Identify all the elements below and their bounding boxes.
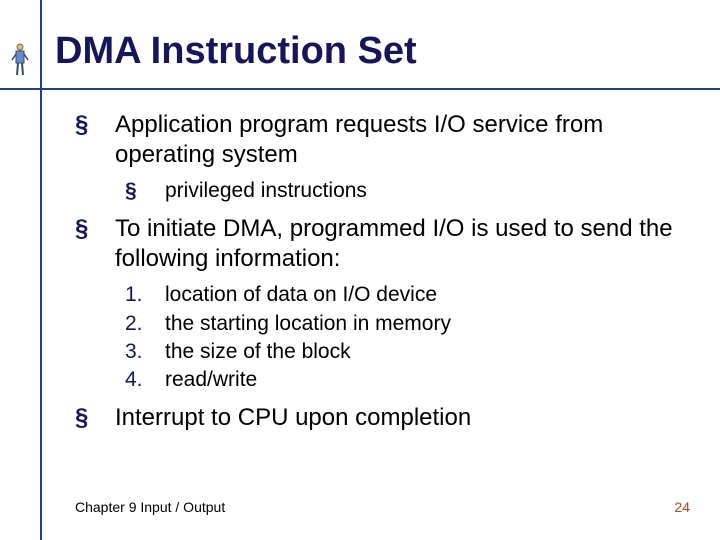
number-label: 2. (125, 311, 143, 337)
numbered-item: 3. the size of the block (75, 339, 680, 365)
bullet-text: privileged instructions (165, 179, 367, 202)
numbered-text: read/write (165, 368, 257, 391)
bullet-level1: Interrupt to CPU upon completion (75, 403, 680, 433)
page-title: DMA Instruction Set (55, 30, 417, 73)
numbered-item: 1. location of data on I/O device (75, 282, 680, 308)
bullet-text: To initiate DMA, programmed I/O is used … (115, 215, 673, 272)
number-label: 4. (125, 367, 143, 393)
content-area: Application program requests I/O service… (75, 110, 680, 441)
numbered-item: 4. read/write (75, 367, 680, 393)
bullet-text: Application program requests I/O service… (115, 111, 603, 168)
numbered-text: the size of the block (165, 340, 351, 363)
numbered-item: 2. the starting location in memory (75, 311, 680, 337)
numbered-text: location of data on I/O device (165, 283, 437, 306)
vertical-divider (40, 0, 42, 540)
title-underline (0, 88, 720, 90)
footer-page-number: 24 (674, 499, 690, 515)
bullet-level2: privileged instructions (75, 178, 680, 204)
numbered-text: the starting location in memory (165, 312, 451, 335)
bullet-text: Interrupt to CPU upon completion (115, 404, 471, 431)
number-label: 1. (125, 282, 143, 308)
bullet-level1: Application program requests I/O service… (75, 110, 680, 170)
bullet-level1: To initiate DMA, programmed I/O is used … (75, 214, 680, 274)
number-label: 3. (125, 339, 143, 365)
decorative-figure-icon (10, 42, 30, 78)
footer-chapter: Chapter 9 Input / Output (75, 499, 225, 515)
